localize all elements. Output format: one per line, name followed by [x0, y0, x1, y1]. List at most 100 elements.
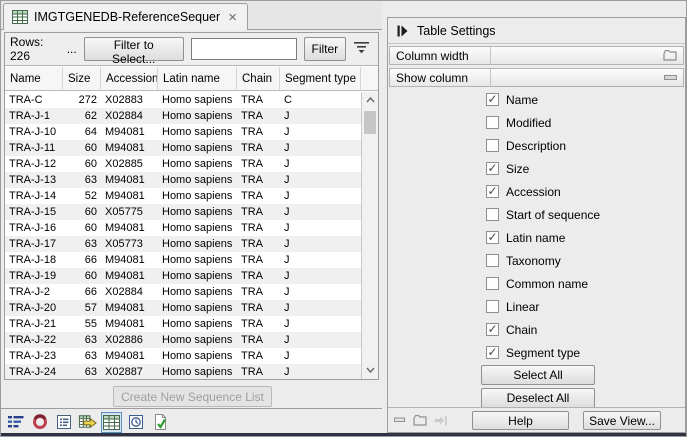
cell-name: TRA-J-11 — [9, 142, 56, 154]
table-row[interactable]: TRA-J-23 63 M94081 Homo sapiens TRA J — [5, 348, 361, 364]
table-settings-header[interactable]: Table Settings — [388, 18, 685, 44]
create-new-sequence-list-button[interactable]: Create New Sequence List — [113, 386, 272, 407]
cell-latin_name: Homo sapiens — [162, 270, 233, 282]
deselect-all-button[interactable]: Deselect All — [481, 388, 595, 408]
cell-chain: TRA — [241, 110, 263, 122]
list-view-icon[interactable] — [5, 412, 26, 433]
cell-segment_type: J — [284, 238, 290, 250]
column-header-size[interactable]: Size — [63, 67, 101, 90]
help-button[interactable]: Help — [472, 411, 569, 430]
section-column-width[interactable]: Column width — [389, 46, 684, 65]
folder-icon[interactable] — [413, 414, 427, 426]
filter-input[interactable] — [190, 38, 297, 60]
show-column-option-modified[interactable]: Modified — [388, 111, 685, 134]
section-show-column[interactable]: Show column — [389, 68, 684, 87]
checkbox-unchecked-icon[interactable] — [486, 139, 499, 152]
column-header-name[interactable]: Name — [5, 67, 63, 90]
column-header-latin-name[interactable]: Latin name — [158, 67, 237, 90]
show-column-option-linear[interactable]: Linear — [388, 295, 685, 318]
checkbox-label: Segment type — [506, 345, 581, 360]
checkbox-label: Size — [506, 161, 530, 176]
show-column-option-latin-name[interactable]: ✓ Latin name — [388, 226, 685, 249]
table-row[interactable]: TRA-J-18 66 M94081 Homo sapiens TRA J — [5, 252, 361, 268]
checkbox-checked-icon[interactable]: ✓ — [486, 346, 499, 359]
cell-size: 272 — [78, 94, 97, 106]
table-row[interactable]: TRA-J-13 63 M94081 Homo sapiens TRA J — [5, 172, 361, 188]
element-info-icon[interactable] — [149, 412, 170, 433]
show-column-option-description[interactable]: Description — [388, 134, 685, 157]
scroll-up-icon[interactable] — [362, 92, 378, 108]
circular-view-icon[interactable] — [29, 412, 50, 433]
checkbox-unchecked-icon[interactable] — [486, 116, 499, 129]
checkbox-checked-icon[interactable]: ✓ — [486, 93, 499, 106]
table-row[interactable]: TRA-J-24 63 X02887 Homo sapiens TRA J — [5, 364, 361, 379]
save-view-button[interactable]: Save View... — [583, 411, 661, 430]
filter-dropdown-icon[interactable] — [353, 41, 370, 57]
text-view-icon[interactable] — [53, 412, 74, 433]
table-row[interactable]: TRA-J-19 60 M94081 Homo sapiens TRA J — [5, 268, 361, 284]
cell-size: 60 — [84, 158, 97, 170]
table-row[interactable]: TRA-J-21 55 M94081 Homo sapiens TRA J — [5, 316, 361, 332]
cell-accession: X02886 — [105, 334, 143, 346]
show-column-option-common-name[interactable]: Common name — [388, 272, 685, 295]
table-row[interactable]: TRA-J-17 63 X05773 Homo sapiens TRA J — [5, 236, 361, 252]
cell-size: 55 — [84, 318, 97, 330]
column-header-chain[interactable]: Chain — [237, 67, 280, 90]
table-row[interactable]: TRA-J-12 60 X02885 Homo sapiens TRA J — [5, 156, 361, 172]
vertical-scrollbar[interactable] — [361, 92, 378, 379]
table-row[interactable]: TRA-J-1 62 X02884 Homo sapiens TRA J — [5, 108, 361, 124]
cell-accession: X02887 — [105, 366, 143, 378]
checkbox-checked-icon[interactable]: ✓ — [486, 323, 499, 336]
table-row[interactable]: TRA-J-16 60 M94081 Homo sapiens TRA J — [5, 220, 361, 236]
folder-icon[interactable] — [663, 50, 677, 61]
cell-chain: TRA — [241, 334, 263, 346]
cell-size: 57 — [84, 302, 97, 314]
table-row[interactable]: TRA-C 272 X02883 Homo sapiens TRA C — [5, 92, 361, 108]
dock-icon[interactable] — [434, 415, 447, 426]
show-column-option-start-of-sequence[interactable]: Start of sequence — [388, 203, 685, 226]
checkbox-checked-icon[interactable]: ✓ — [486, 185, 499, 198]
cell-chain: TRA — [241, 126, 263, 138]
filter-to-select-button[interactable]: Filter to Select... — [83, 37, 184, 66]
collapse-icon[interactable] — [664, 74, 677, 81]
collapse-icon[interactable] — [394, 417, 406, 423]
close-icon[interactable]: × — [226, 10, 239, 25]
checkbox-unchecked-icon[interactable] — [486, 208, 499, 221]
show-column-option-chain[interactable]: ✓ Chain — [388, 318, 685, 341]
scroll-down-icon[interactable] — [362, 362, 378, 378]
table-row[interactable]: TRA-J-15 60 X05775 Homo sapiens TRA J — [5, 204, 361, 220]
table-export-icon[interactable] — [77, 412, 98, 433]
checkbox-label: Accession — [506, 184, 561, 199]
scrollbar-thumb[interactable] — [364, 111, 376, 134]
checkbox-unchecked-icon[interactable] — [486, 300, 499, 313]
show-column-option-taxonomy[interactable]: Taxonomy — [388, 249, 685, 272]
column-header-segment-type[interactable]: Segment type — [280, 67, 361, 90]
history-view-icon[interactable] — [125, 412, 146, 433]
checkbox-unchecked-icon[interactable] — [486, 277, 499, 290]
show-column-option-name[interactable]: ✓ Name — [388, 88, 685, 111]
table-row[interactable]: TRA-J-2 66 X02884 Homo sapiens TRA J — [5, 284, 361, 300]
show-column-option-segment-type[interactable]: ✓ Segment type — [388, 341, 685, 364]
table-row[interactable]: TRA-J-20 57 M94081 Homo sapiens TRA J — [5, 300, 361, 316]
show-column-option-size[interactable]: ✓ Size — [388, 157, 685, 180]
checkbox-label: Latin name — [506, 230, 566, 245]
table-row[interactable]: TRA-J-10 64 M94081 Homo sapiens TRA J — [5, 124, 361, 140]
filter-button[interactable]: Filter — [303, 37, 346, 61]
table-toolbar: Rows: 226 ... Filter to Select... Filter — [5, 33, 378, 66]
cell-name: TRA-J-17 — [9, 238, 57, 250]
table-row[interactable]: TRA-J-22 63 X02886 Homo sapiens TRA J — [5, 332, 361, 348]
table-row[interactable]: TRA-J-14 52 M94081 Homo sapiens TRA J — [5, 188, 361, 204]
column-header-accession[interactable]: Accession — [101, 67, 158, 90]
cell-chain: TRA — [241, 302, 263, 314]
checkbox-checked-icon[interactable]: ✓ — [486, 231, 499, 244]
table-view-icon[interactable] — [101, 411, 122, 433]
table-row[interactable]: TRA-J-11 60 M94081 Homo sapiens TRA J — [5, 140, 361, 156]
checkbox-checked-icon[interactable]: ✓ — [486, 162, 499, 175]
cell-size: 63 — [84, 350, 97, 362]
select-all-button[interactable]: Select All — [481, 365, 595, 385]
cell-size: 63 — [84, 334, 97, 346]
sidepanel-toggle-icon[interactable] — [397, 25, 408, 37]
tab-imgtgenedb[interactable]: IMGTGENEDB-ReferenceSequences... × — [3, 3, 248, 30]
checkbox-unchecked-icon[interactable] — [486, 254, 499, 267]
show-column-option-accession[interactable]: ✓ Accession — [388, 180, 685, 203]
